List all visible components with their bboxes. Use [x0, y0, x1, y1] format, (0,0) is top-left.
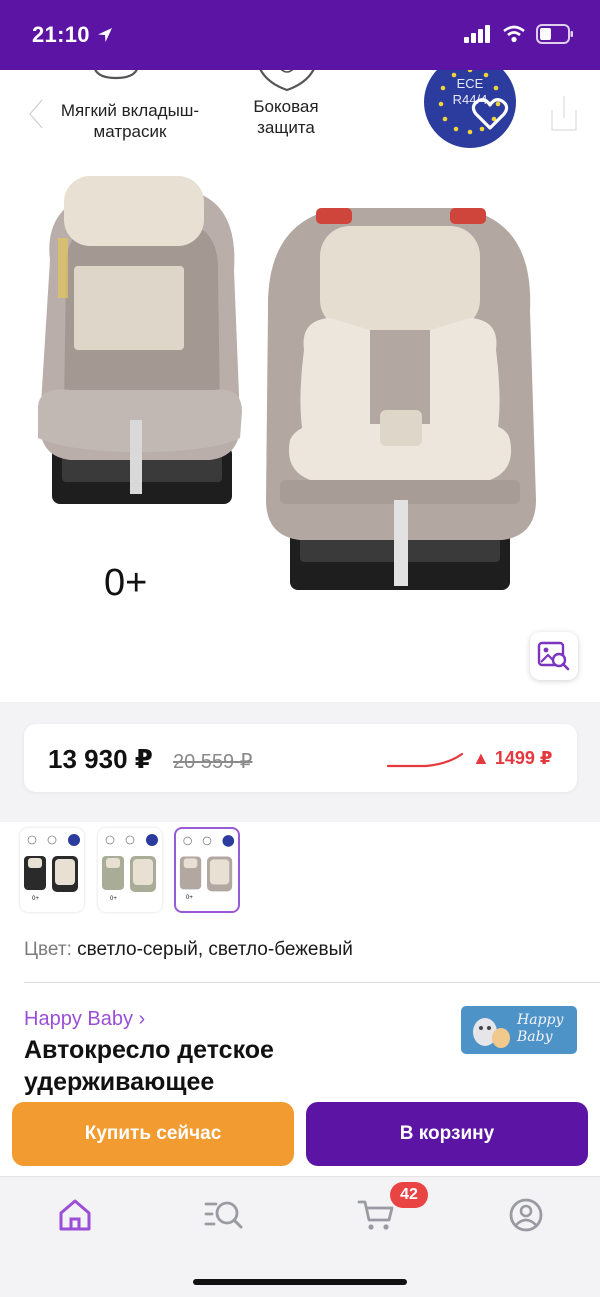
location-arrow-icon [98, 28, 112, 42]
mattress-insert-icon [94, 70, 138, 80]
share-button[interactable] [544, 92, 584, 134]
brand-logo-text: Happy Baby [517, 1012, 564, 1045]
age-group-label: 0+ [104, 562, 148, 604]
thumbnail-green[interactable]: 0+ [98, 828, 162, 912]
tab-home[interactable] [53, 1195, 97, 1235]
bottom-tab-bar: 42 [0, 1176, 600, 1297]
status-indicators [464, 24, 574, 44]
back-button[interactable] [22, 94, 50, 134]
feature-side-protection: Боковая защита [253, 97, 319, 137]
profile-icon [509, 1198, 543, 1232]
product-title: Автокресло детское удерживающее [24, 1036, 274, 1096]
color-label: Цвет: [24, 939, 72, 960]
cart-icon [357, 1200, 394, 1230]
catalog-search-icon [204, 1201, 243, 1229]
price-change: ▲ 1499 ₽ [472, 748, 553, 768]
old-price: 20 559 ₽ [173, 751, 253, 773]
add-to-cart-button[interactable]: В корзину [306, 1102, 588, 1166]
car-seat-image-left [38, 176, 242, 504]
thumbnail-age-label: 0+ [186, 895, 193, 901]
image-search-icon [537, 641, 570, 671]
cart-count-badge: 42 [390, 1182, 428, 1208]
product-gallery[interactable]: Мягкий вкладыш-матрасик Боковая защита E… [0, 70, 600, 702]
thumbnail-age-label: 0+ [110, 896, 117, 902]
brand-logo[interactable]: Happy Baby [461, 1006, 577, 1054]
status-time: 21:10 [32, 22, 90, 47]
tab-profile[interactable] [504, 1195, 548, 1235]
price-trend-line [386, 752, 464, 768]
favorite-heart-button[interactable] [470, 94, 510, 134]
divider [24, 982, 600, 983]
current-price: 13 930 ₽ [48, 744, 153, 774]
signal-icon [464, 25, 490, 43]
side-protection-shield-icon [259, 70, 315, 92]
color-value: светло-серый, светло-бежевый [77, 939, 353, 960]
tab-catalog-search[interactable] [202, 1195, 246, 1235]
thumbnail-gray-selected[interactable]: 0+ [174, 827, 240, 913]
battery-icon [536, 24, 573, 44]
thumbnail-age-label: 0+ [32, 896, 39, 902]
home-indicator [193, 1279, 407, 1285]
brand-link[interactable]: Happy Baby › [24, 1008, 145, 1031]
home-icon [59, 1199, 91, 1231]
color-info: Цвет: светло-серый, светло-бежевый [24, 939, 353, 961]
price-section: 13 930 ₽ 20 559 ₽ ▲ 1499 ₽ [0, 702, 600, 822]
car-seat-image-right [266, 208, 536, 590]
status-bar: 21:10 [0, 0, 600, 70]
thumbnail-green-image [102, 834, 158, 892]
thumbnail-dark-image [24, 834, 80, 892]
buy-now-button[interactable]: Купить сейчас [12, 1102, 294, 1166]
price-card[interactable]: 13 930 ₽ 20 559 ₽ ▲ 1499 ₽ [24, 724, 577, 792]
image-search-button[interactable] [530, 632, 578, 680]
wifi-icon [503, 25, 525, 43]
feature-mattress-insert: Мягкий вкладыш-матрасик [60, 101, 200, 141]
thumbnail-dark[interactable]: 0+ [20, 828, 84, 912]
